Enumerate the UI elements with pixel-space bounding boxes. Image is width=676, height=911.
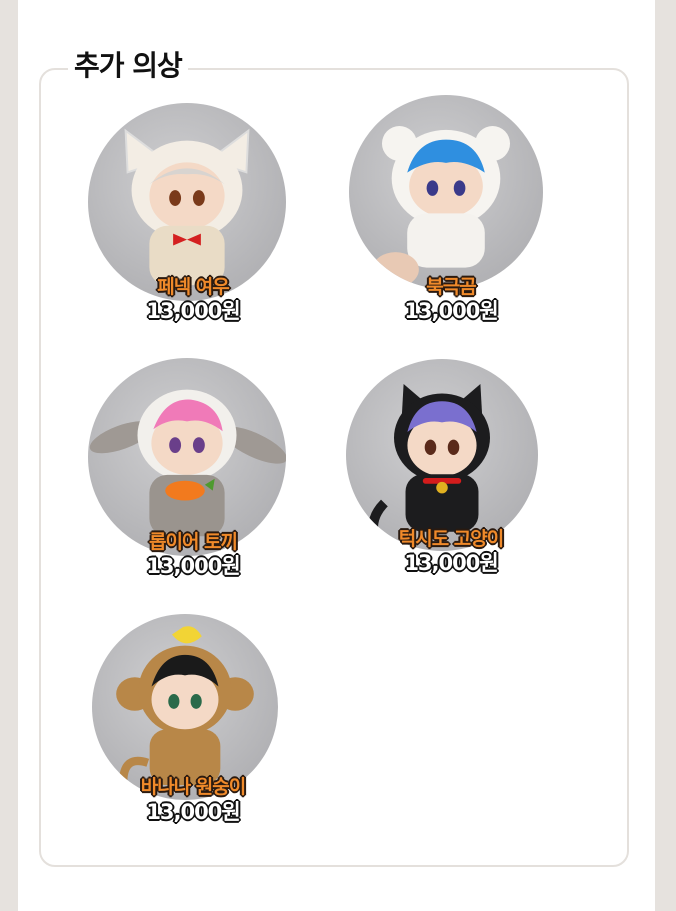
polar-bear-doll-image	[372, 126, 511, 288]
page-background: 추가 의상 페넥 여우 13,000원 북극곰 13,000원 롭이어 토끼 1…	[18, 0, 655, 911]
product-name: 턱시도 고양이	[398, 528, 505, 550]
lop-rabbit-doll-image	[89, 389, 286, 537]
product-card-lop-rabbit[interactable]: 롭이어 토끼 13,000원	[88, 355, 298, 585]
product-image[interactable]	[88, 358, 286, 556]
product-price: 13,000원	[146, 299, 240, 323]
product-name: 페넥 여우	[157, 276, 230, 298]
tuxedo-cat-doll-image	[368, 383, 490, 550]
product-card-polar-bear[interactable]: 북극곰 13,000원	[346, 95, 556, 325]
product-card-tuxedo-cat[interactable]: 턱시도 고양이 13,000원	[346, 356, 556, 586]
product-card-fennec-fox[interactable]: 페넥 여우 13,000원	[88, 100, 298, 330]
product-price: 13,000원	[404, 299, 498, 323]
product-image[interactable]	[92, 614, 278, 800]
fennec-fox-doll-image	[124, 128, 250, 286]
product-name: 바나나 원숭이	[140, 776, 247, 798]
product-price: 13,000원	[404, 551, 498, 575]
product-card-banana-monkey[interactable]: 바나나 원숭이 13,000원	[88, 612, 298, 842]
product-price: 13,000원	[146, 554, 240, 578]
product-name: 롭이어 토끼	[148, 531, 238, 553]
product-image[interactable]	[346, 359, 538, 551]
product-name: 북극곰	[426, 276, 476, 298]
product-price: 13,000원	[146, 800, 240, 824]
banana-monkey-doll-image	[116, 626, 254, 792]
product-image[interactable]	[88, 103, 286, 301]
section-title: 추가 의상	[68, 44, 188, 84]
product-image[interactable]	[349, 95, 543, 289]
